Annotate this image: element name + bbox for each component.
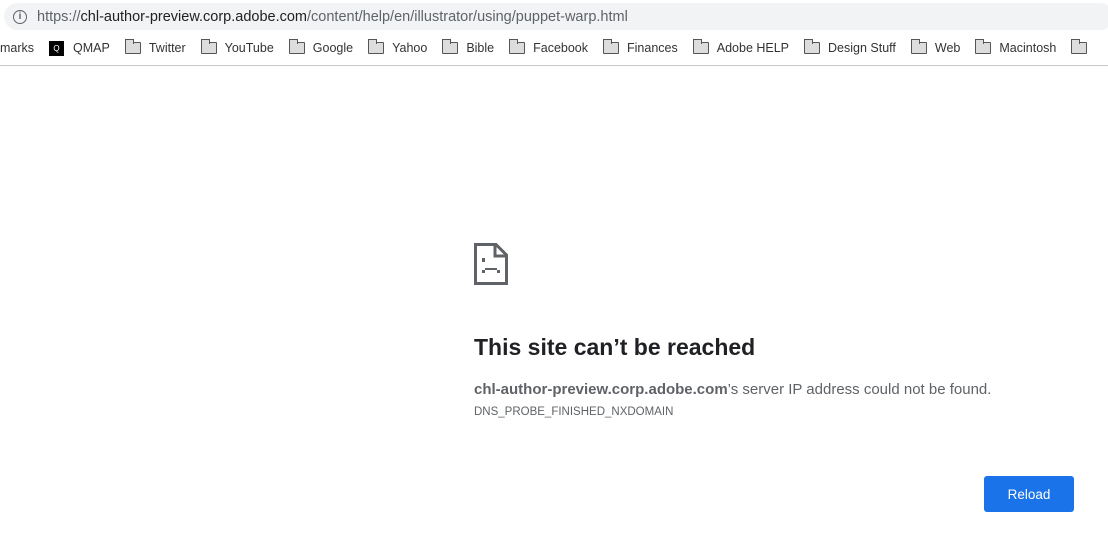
- bookmark-label: Facebook: [533, 41, 589, 55]
- folder-icon: [288, 39, 305, 54]
- bookmark-folder[interactable]: Yahoo: [368, 39, 428, 55]
- folder-icon: [804, 39, 821, 54]
- error-title: This site can’t be reached: [474, 334, 756, 360]
- bookmark-label: Macintosh: [999, 41, 1057, 55]
- bookmark-folder[interactable]: Google: [288, 39, 354, 55]
- bookmark-qmap[interactable]: Q QMAP: [49, 40, 110, 56]
- sad-page-icon: [474, 243, 508, 285]
- folder-icon: [368, 39, 385, 54]
- folder-icon: [442, 39, 459, 54]
- url-scheme: https://: [37, 8, 81, 25]
- bookmark-folder[interactable]: Design Stuff: [804, 39, 896, 55]
- bookmark-label: Design Stuff: [828, 41, 896, 55]
- bookmark-folder[interactable]: Twitter: [124, 39, 186, 55]
- bookmark-label: Web: [934, 41, 961, 55]
- folder-icon: [910, 39, 927, 54]
- error-description: chl-author-preview.corp.adobe.com’s serv…: [474, 381, 991, 398]
- folder-icon: [692, 39, 709, 54]
- bookmark-label: Twitter: [148, 41, 186, 55]
- bookmark-label: YouTube: [224, 41, 274, 55]
- bookmark-label: Adobe HELP: [716, 41, 790, 55]
- error-host: chl-author-preview.corp.adobe.com: [474, 381, 728, 398]
- bookmark-folder[interactable]: Adobe HELP: [692, 39, 790, 55]
- bookmark-label: Google: [312, 41, 354, 55]
- url-host: chl-author-preview.corp.adobe.com: [80, 8, 308, 25]
- folder-icon: [509, 39, 526, 54]
- folder-icon: [603, 39, 620, 54]
- error-code: DNS_PROBE_FINISHED_NXDOMAIN: [474, 406, 674, 418]
- bookmark-folder[interactable]: Web: [910, 39, 961, 55]
- url-path: /content/help/en/illustrator/using/puppe…: [307, 8, 628, 25]
- bookmark-folder[interactable]: Macintosh: [975, 39, 1057, 55]
- folder-icon: [200, 39, 217, 54]
- bookmark-folder-partial[interactable]: [1071, 39, 1095, 54]
- qmap-icon: Q: [49, 40, 65, 56]
- bookmarks-label[interactable]: marks: [0, 41, 34, 55]
- bookmark-folder[interactable]: Facebook: [509, 39, 589, 55]
- bookmark-folder[interactable]: Finances: [603, 39, 678, 55]
- bookmark-folder[interactable]: YouTube: [200, 39, 274, 55]
- folder-icon: [1071, 39, 1088, 54]
- bookmark-folder[interactable]: Bible: [442, 39, 495, 55]
- bookmark-label: Yahoo: [392, 41, 428, 55]
- folder-icon: [124, 39, 141, 54]
- error-message: ’s server IP address could not be found.: [727, 381, 992, 398]
- folder-icon: [975, 39, 992, 54]
- bookmark-label: Bible: [466, 41, 495, 55]
- info-icon[interactable]: i: [13, 9, 27, 24]
- toolbar-divider: [0, 65, 1108, 66]
- bookmark-label: QMAP: [73, 41, 110, 55]
- reload-button[interactable]: Reload: [984, 476, 1074, 512]
- bookmarks-bar: marks Q QMAP Twitter YouTube Google Yahoo…: [0, 36, 1108, 60]
- bookmark-label: Finances: [627, 41, 678, 55]
- address-bar[interactable]: i https://chl-author-preview.corp.adobe.…: [4, 3, 1108, 30]
